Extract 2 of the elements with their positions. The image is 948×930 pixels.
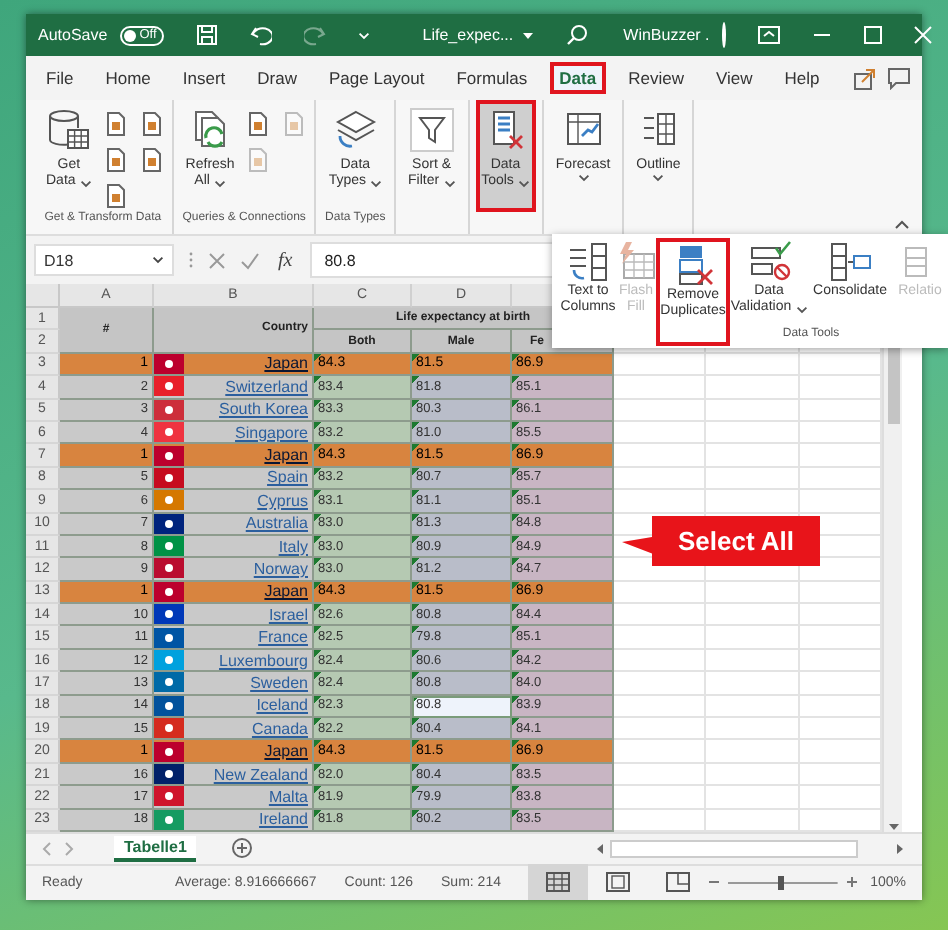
user-name: WinBuzzer . xyxy=(623,26,710,44)
autosave-label: AutoSave xyxy=(38,26,108,44)
